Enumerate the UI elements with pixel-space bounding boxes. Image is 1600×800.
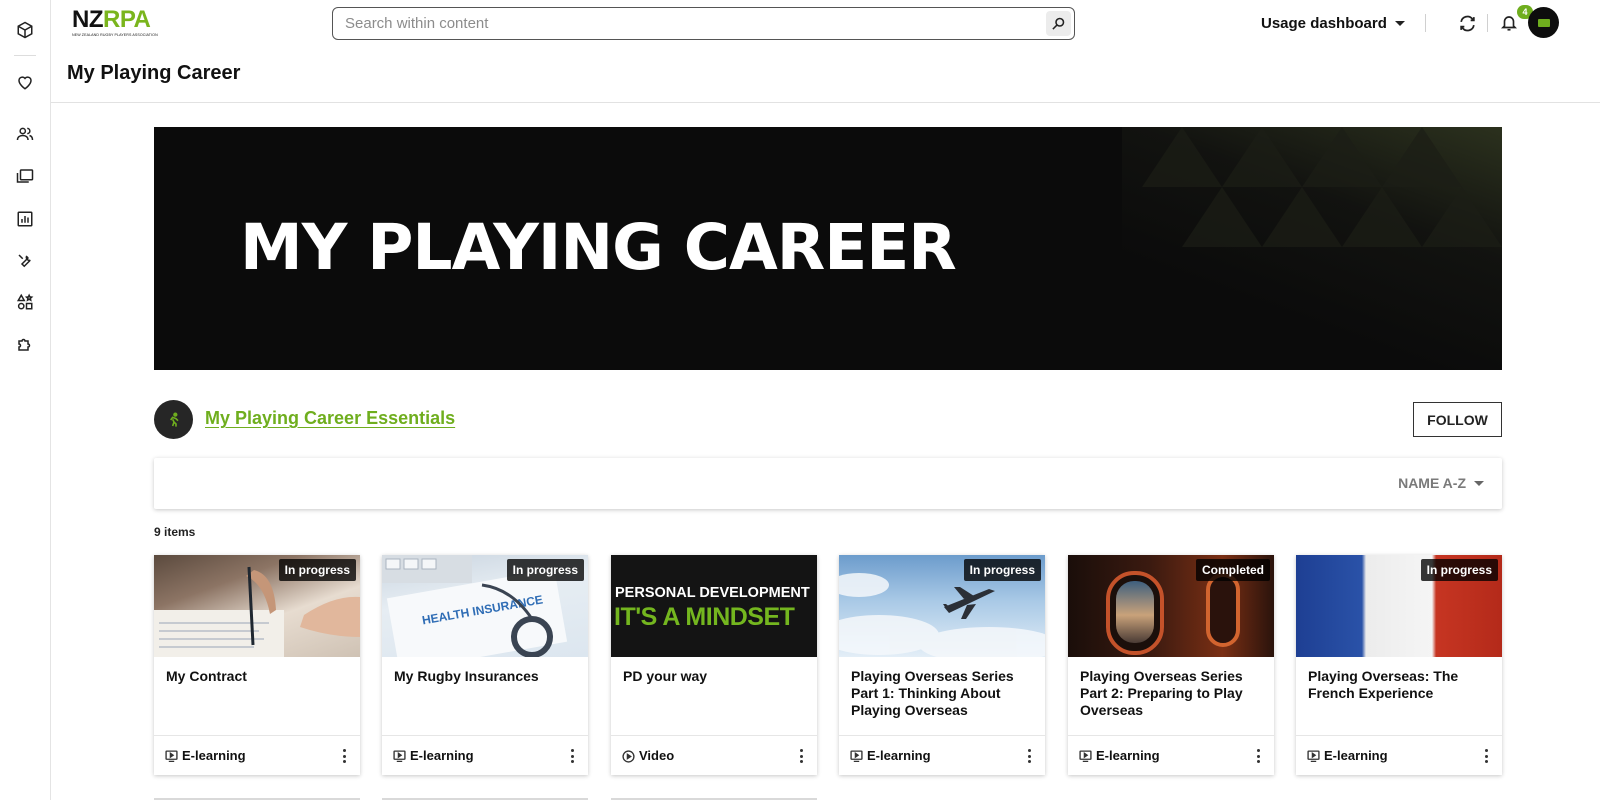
sort-dropdown[interactable]: NAME A-Z <box>1398 475 1484 491</box>
card-thumbnail: In progress <box>154 555 360 657</box>
avatar[interactable] <box>1528 7 1559 38</box>
search-box <box>332 7 1075 40</box>
bar-chart-icon[interactable] <box>13 207 37 231</box>
card-thumbnail: HEALTH INSURANCE In progress <box>382 555 588 657</box>
card-footer: E-learning <box>1296 735 1502 775</box>
card-type-label: E-learning <box>867 748 931 763</box>
users-icon[interactable] <box>13 122 37 146</box>
more-options-icon[interactable] <box>340 747 348 765</box>
heart-icon[interactable] <box>13 70 37 94</box>
card-title: Playing Overseas Series Part 1: Thinking… <box>851 668 1014 718</box>
content-card[interactable]: PERSONAL DEVELOPMENT IT'S A MINDSET PD y… <box>611 555 817 775</box>
card-type-label: E-learning <box>1096 748 1160 763</box>
card-title: Playing Overseas Series Part 2: Preparin… <box>1080 668 1243 718</box>
chevron-down-icon <box>1394 20 1405 26</box>
card-type-label: Video <box>639 748 675 763</box>
toolbar-divider <box>1487 14 1488 32</box>
avatar-flag-icon <box>1537 18 1550 27</box>
thumb-text-line2: IT'S A MINDSET <box>614 603 795 631</box>
card-footer: E-learning <box>839 735 1045 775</box>
more-options-icon[interactable] <box>797 747 805 765</box>
section-title-link[interactable]: My Playing Career Essentials <box>205 408 455 429</box>
thumb-text-line1: PERSONAL DEVELOPMENT <box>615 585 810 601</box>
category-icon <box>154 400 193 439</box>
card-thumbnail: Completed <box>1068 555 1274 657</box>
card-footer: Video <box>611 735 817 775</box>
usage-dashboard-label: Usage dashboard <box>1261 14 1387 32</box>
card-title: PD your way <box>623 668 708 684</box>
logo-accent-text: RPA <box>103 6 151 33</box>
card-footer: E-learning <box>1068 735 1274 775</box>
banner-triangle-pattern <box>1142 127 1502 247</box>
cube-icon[interactable] <box>13 18 37 42</box>
search-input[interactable] <box>345 8 1025 39</box>
card-thumbnail: In progress <box>839 555 1045 657</box>
banner-title: MY PLAYING CAREER <box>240 211 957 284</box>
content-card-grid: In progress My Contract E-learning HEALT… <box>154 555 1502 775</box>
card-thumbnail: In progress <box>1296 555 1502 657</box>
nzrpa-logo[interactable]: NZRPA NEW ZEALAND RUGBY PLAYERS ASSOCIAT… <box>72 6 158 38</box>
elearning-icon <box>1078 749 1092 763</box>
content-card[interactable]: In progress My Contract E-learning <box>154 555 360 775</box>
search-button[interactable] <box>1046 11 1071 36</box>
logo-tagline: NEW ZEALAND RUGBY PLAYERS ASSOCIATION <box>72 33 158 37</box>
video-icon <box>621 749 635 763</box>
title-divider <box>51 102 1600 103</box>
usage-dashboard-dropdown[interactable]: Usage dashboard <box>1261 12 1405 34</box>
elearning-icon <box>849 749 863 763</box>
puzzle-icon[interactable] <box>13 332 37 356</box>
content-card[interactable]: Completed Playing Overseas Series Part 2… <box>1068 555 1274 775</box>
card-thumbnail: PERSONAL DEVELOPMENT IT'S A MINDSET <box>611 555 817 657</box>
left-rail <box>0 0 51 800</box>
status-badge: In progress <box>278 559 356 581</box>
elearning-icon <box>392 749 406 763</box>
page-title: My Playing Career <box>67 62 241 84</box>
card-title: My Rugby Insurances <box>394 668 539 684</box>
content-card[interactable]: In progress Playing Overseas: The French… <box>1296 555 1502 775</box>
runner-icon <box>169 412 179 427</box>
content-card[interactable]: In progress Playing Overseas Series Part… <box>839 555 1045 775</box>
more-options-icon[interactable] <box>568 747 576 765</box>
status-badge: In progress <box>506 559 584 581</box>
more-options-icon[interactable] <box>1254 747 1262 765</box>
wrench-icon[interactable] <box>13 249 37 273</box>
follow-button[interactable]: FOLLOW <box>1413 402 1502 437</box>
rail-divider <box>14 55 36 56</box>
card-title: Playing Overseas: The French Experience <box>1308 668 1459 701</box>
card-footer: E-learning <box>154 735 360 775</box>
item-count: 9 items <box>154 525 196 539</box>
status-badge: In progress <box>1420 559 1498 581</box>
search-icon <box>1052 17 1065 30</box>
card-type-label: E-learning <box>410 748 474 763</box>
folders-icon[interactable] <box>13 164 37 188</box>
card-title: My Contract <box>166 668 247 684</box>
elearning-icon <box>1306 749 1320 763</box>
card-type-label: E-learning <box>182 748 246 763</box>
card-type-label: E-learning <box>1324 748 1388 763</box>
elearning-icon <box>164 749 178 763</box>
content-card[interactable]: HEALTH INSURANCE In progress My Rugby In… <box>382 555 588 775</box>
sync-icon[interactable] <box>1455 11 1479 35</box>
more-options-icon[interactable] <box>1482 747 1490 765</box>
sort-bar: NAME A-Z <box>154 458 1502 509</box>
more-options-icon[interactable] <box>1025 747 1033 765</box>
hero-banner: MY PLAYING CAREER <box>154 127 1502 370</box>
status-badge: Completed <box>1195 559 1270 581</box>
card-footer: E-learning <box>382 735 588 775</box>
top-bar: NZRPA NEW ZEALAND RUGBY PLAYERS ASSOCIAT… <box>51 0 1600 46</box>
logo-main-text: NZ <box>72 6 104 33</box>
status-badge: In progress <box>963 559 1041 581</box>
chevron-down-icon <box>1474 480 1484 486</box>
toolbar-divider <box>1425 14 1426 32</box>
sort-label: NAME A-Z <box>1398 475 1466 491</box>
shapes-icon[interactable] <box>13 290 37 314</box>
